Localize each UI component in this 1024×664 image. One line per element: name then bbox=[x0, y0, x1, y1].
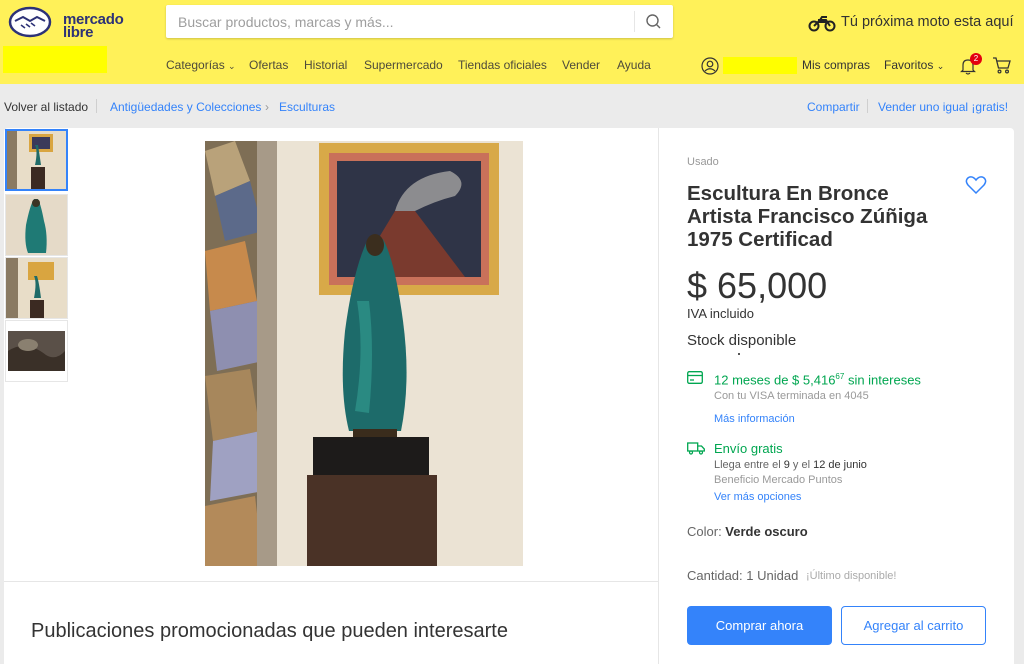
back-to-listing-link[interactable]: Volver al listado bbox=[4, 100, 88, 114]
thumbnail-1[interactable] bbox=[5, 129, 68, 191]
stock-label: Stock disponible bbox=[687, 332, 797, 349]
thumbnail-image-4 bbox=[6, 321, 67, 381]
nav-categorias-label: Categorías bbox=[166, 58, 225, 72]
cart-icon[interactable] bbox=[992, 56, 1012, 74]
heart-icon[interactable] bbox=[965, 175, 987, 195]
search-icon bbox=[646, 14, 661, 29]
thumbnail-image-2 bbox=[6, 195, 67, 255]
color-label: Color: bbox=[687, 524, 726, 539]
promo-text: Tú próxima moto esta aquí bbox=[841, 14, 1014, 30]
visa-text: Con tu VISA terminada en 4045 bbox=[714, 390, 869, 402]
thumbnail-gallery bbox=[4, 128, 70, 388]
handshake-logo-icon bbox=[8, 6, 52, 38]
thumbnail-3[interactable] bbox=[5, 257, 68, 319]
condition-label: Usado bbox=[687, 156, 719, 168]
breadcrumb-item-antiguedades[interactable]: Antigüedades y Colecciones bbox=[110, 100, 261, 114]
logo-text: mercado libre bbox=[63, 12, 124, 40]
search-input[interactable] bbox=[166, 5, 634, 38]
promoted-title: Publicaciones promocionadas que pueden i… bbox=[31, 620, 508, 642]
promo-banner[interactable]: Tú próxima moto esta aquí bbox=[808, 12, 1018, 32]
breadcrumb-item-esculturas[interactable]: Esculturas bbox=[279, 100, 335, 114]
search-button[interactable] bbox=[635, 5, 673, 38]
nav-tiendas-oficiales[interactable]: Tiendas oficiales bbox=[458, 58, 547, 72]
add-to-cart-button[interactable]: Agregar al carrito bbox=[841, 606, 986, 645]
arrival-prefix: Llega entre el bbox=[714, 459, 784, 471]
notification-badge: 2 bbox=[970, 53, 982, 65]
thumbnail-2[interactable] bbox=[5, 194, 68, 256]
thumbnail-4[interactable] bbox=[5, 320, 68, 382]
user-avatar-icon[interactable] bbox=[701, 57, 719, 75]
thumbnail-image-3 bbox=[6, 258, 67, 318]
product-title: Escultura En Bronce Artista Francisco Zú… bbox=[687, 182, 928, 251]
share-link[interactable]: Compartir bbox=[807, 100, 860, 114]
thumbnail-image-1 bbox=[7, 131, 66, 189]
mercado-libre-logo[interactable]: mercado libre bbox=[8, 6, 128, 40]
quantity-selector[interactable]: Cantidad: 1 Unidad bbox=[687, 568, 798, 583]
nav-categorias[interactable]: Categorías ⌄ bbox=[166, 58, 236, 72]
product-main-image[interactable] bbox=[205, 141, 523, 566]
more-info-link[interactable]: Más información bbox=[714, 413, 795, 425]
color-selection: Color: Verde oscuro bbox=[687, 524, 808, 539]
nav-ayuda[interactable]: Ayuda bbox=[617, 58, 651, 72]
favoritos-menu[interactable]: Favoritos ⌄ bbox=[884, 58, 944, 72]
redacted-username bbox=[723, 57, 797, 74]
nav-historial[interactable]: Historial bbox=[304, 58, 347, 72]
chevron-down-icon: ⌄ bbox=[228, 61, 236, 71]
truck-icon bbox=[687, 442, 705, 455]
arrival-to: 12 de junio bbox=[813, 459, 867, 471]
arrival-mid: y el bbox=[789, 459, 814, 471]
separator-dot bbox=[738, 353, 740, 355]
arrival-text: Llega entre el 9 y el 12 de junio bbox=[714, 459, 867, 471]
header: mercado libre Tú próxima moto esta aquí … bbox=[0, 0, 1024, 84]
benefit-text: Beneficio Mercado Puntos bbox=[714, 474, 843, 486]
last-available-label: ¡Último disponible! bbox=[806, 570, 897, 582]
free-shipping-text: Envío gratis bbox=[714, 441, 783, 456]
iva-label: IVA incluido bbox=[687, 306, 754, 321]
price: $ 65,000 bbox=[687, 265, 828, 306]
nav-supermercado[interactable]: Supermercado bbox=[364, 58, 443, 72]
chevron-right-icon: › bbox=[265, 100, 269, 114]
more-options-link[interactable]: Ver más opciones bbox=[714, 491, 801, 503]
product-panel: Publicaciones promocionadas que pueden i… bbox=[4, 128, 1014, 664]
installments-amount: 12 meses de $ 5,416 bbox=[714, 372, 836, 388]
chevron-down-icon: ⌄ bbox=[936, 61, 945, 71]
nav-ofertas[interactable]: Ofertas bbox=[249, 58, 288, 72]
breadcrumb-divider bbox=[867, 99, 868, 113]
credit-card-icon bbox=[687, 371, 703, 384]
section-divider bbox=[4, 581, 658, 582]
buy-now-button[interactable]: Comprar ahora bbox=[687, 606, 832, 645]
search-bar bbox=[166, 5, 673, 38]
breadcrumb: Volver al listado Antigüedades y Colecci… bbox=[0, 84, 1024, 128]
mis-compras-link[interactable]: Mis compras bbox=[802, 58, 870, 72]
motorcycle-icon bbox=[808, 16, 836, 32]
installments-cents: 67 bbox=[835, 372, 845, 381]
buy-box: Usado Escultura En Bronce Artista Franci… bbox=[659, 128, 1014, 664]
installments-suffix: sin intereses bbox=[844, 372, 921, 388]
nav-vender[interactable]: Vender bbox=[562, 58, 600, 72]
breadcrumb-divider bbox=[96, 99, 97, 113]
installments-text: 12 meses de $ 5,41667 sin intereses bbox=[714, 372, 921, 387]
color-value: Verde oscuro bbox=[725, 524, 808, 539]
sell-same-link[interactable]: Vender uno igual ¡gratis! bbox=[878, 100, 1008, 114]
favoritos-label: Favoritos bbox=[884, 58, 934, 72]
redacted-location bbox=[3, 46, 107, 73]
